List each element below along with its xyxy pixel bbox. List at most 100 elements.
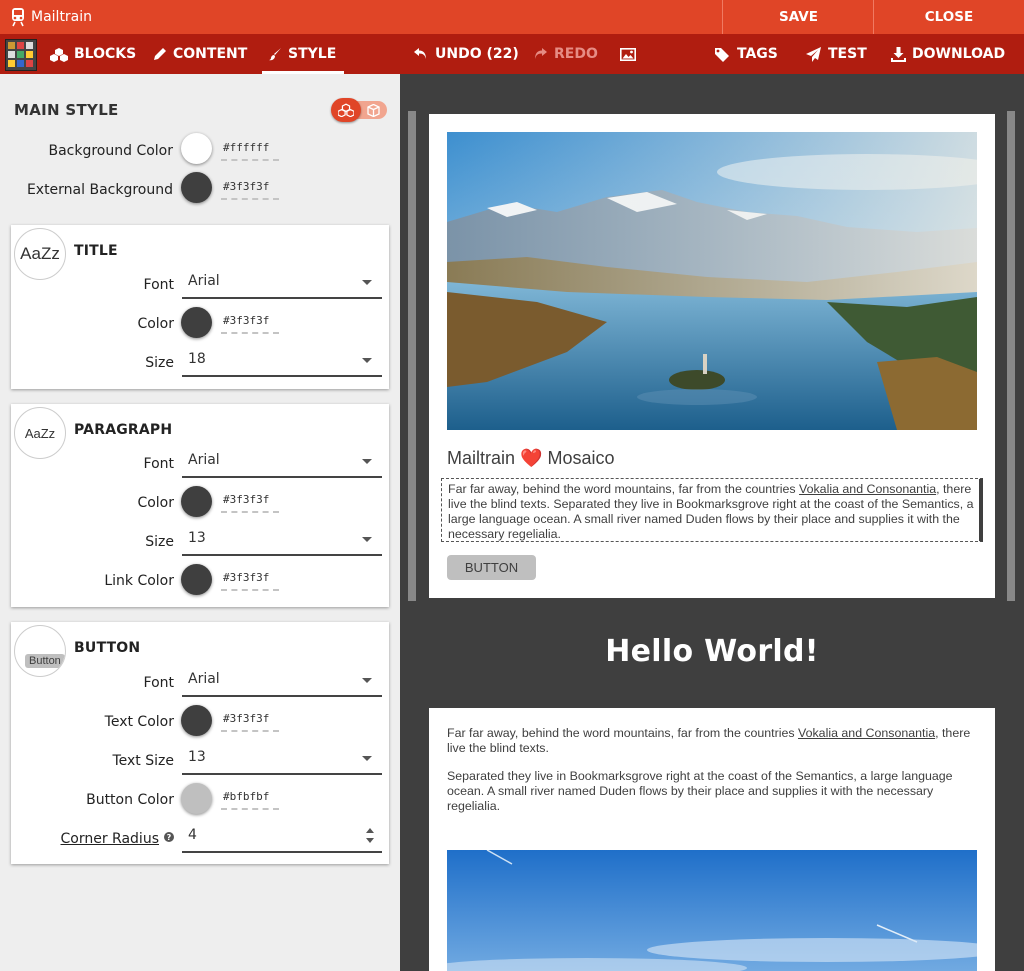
- chevron-down-icon: [362, 459, 372, 464]
- title-font-value: Arial: [188, 273, 220, 289]
- title-color-value[interactable]: #3f3f3f: [221, 314, 279, 334]
- button-color-value[interactable]: #bfbfbf: [221, 790, 279, 810]
- tags-label: TAGS: [737, 46, 778, 62]
- pencil-icon: [154, 48, 166, 60]
- paragraph-font-label: Font: [143, 456, 174, 472]
- download-icon: [891, 46, 906, 62]
- email-block-hero[interactable]: Mailtrain ❤️ Mosaico Far far away, behin…: [429, 114, 995, 598]
- title-font-preview: AaZz: [14, 228, 66, 280]
- email-paragraph-selected[interactable]: Far far away, behind the word mountains,…: [441, 478, 983, 542]
- email-hello-heading[interactable]: Hello World!: [400, 634, 1024, 669]
- email-title-left: Mailtrain: [447, 448, 516, 468]
- tags-button[interactable]: TAGS: [714, 34, 778, 74]
- redo-icon: [535, 48, 547, 59]
- external-background-label: External Background: [26, 182, 173, 198]
- style-panel: MAIN STYLE Background Color #ffffff Exte…: [0, 74, 400, 971]
- paragraph-color-value[interactable]: #3f3f3f: [221, 493, 279, 513]
- tab-blocks-label: BLOCKS: [74, 46, 137, 62]
- tab-blocks[interactable]: BLOCKS: [50, 34, 136, 74]
- paragraph-color-swatch[interactable]: [181, 486, 212, 517]
- button-heading: BUTTON: [74, 640, 141, 656]
- external-background-value[interactable]: #3f3f3f: [221, 180, 279, 200]
- title-size-select[interactable]: 18: [182, 343, 382, 377]
- email-text-paragraph-1[interactable]: Far far away, behind the word mountains,…: [447, 726, 977, 756]
- title-font-select[interactable]: Arial: [182, 265, 382, 299]
- main-style-heading: MAIN STYLE: [14, 101, 119, 119]
- button-text-color-label: Text Color: [104, 714, 174, 730]
- email-text-paragraph-2[interactable]: Separated they live in Bookmarksgrove ri…: [447, 769, 977, 814]
- test-button[interactable]: TEST: [806, 34, 867, 74]
- email-block-text[interactable]: Far far away, behind the word mountains,…: [429, 708, 995, 971]
- background-color-label: Background Color: [48, 143, 173, 159]
- editor-toolbar: BLOCKS CONTENT STYLE UNDO (22) REDO TAGS…: [0, 34, 1024, 74]
- paper-plane-icon: [806, 46, 821, 62]
- save-button[interactable]: SAVE: [722, 0, 874, 34]
- link-color-label: Link Color: [104, 573, 174, 589]
- undo-button[interactable]: UNDO (22): [413, 34, 519, 74]
- paragraph-color-label: Color: [137, 495, 174, 511]
- title-color-swatch[interactable]: [181, 307, 212, 338]
- title-size-label: Size: [145, 355, 174, 371]
- corner-radius-label[interactable]: Corner Radius: [61, 831, 160, 847]
- link-color-value[interactable]: #3f3f3f: [221, 571, 279, 591]
- button-style-card: Button BUTTON Font Arial Text Color #3f3…: [11, 622, 389, 864]
- p1-link[interactable]: Vokalia and Consonantia: [798, 726, 935, 740]
- link-color-swatch[interactable]: [181, 564, 212, 595]
- button-text-color-swatch[interactable]: [181, 705, 212, 736]
- stepper-up-icon[interactable]: [366, 828, 374, 833]
- tab-content[interactable]: CONTENT: [153, 34, 247, 74]
- title-heading: TITLE: [74, 243, 118, 259]
- secondary-image[interactable]: [447, 850, 977, 971]
- tab-content-label: CONTENT: [173, 46, 248, 62]
- top-bar: Mailtrain SAVE CLOSE: [0, 0, 1024, 34]
- paragraph-preview-text: AaZz: [24, 425, 56, 441]
- mosaico-logo[interactable]: [5, 39, 37, 71]
- paragraph-font-select[interactable]: Arial: [182, 444, 382, 478]
- email-canvas: Mailtrain ❤️ Mosaico Far far away, behin…: [400, 74, 1024, 971]
- heart-icon: ❤️: [520, 448, 543, 468]
- paragraph-size-value: 13: [188, 530, 206, 546]
- stepper-down-icon[interactable]: [366, 838, 374, 843]
- toggle-knob[interactable]: [331, 98, 361, 122]
- test-label: TEST: [828, 46, 867, 62]
- gallery-button[interactable]: [620, 34, 636, 74]
- redo-button[interactable]: REDO: [532, 34, 598, 74]
- paragraph-text-start: Far far away, behind the word mountains,…: [448, 482, 800, 496]
- download-button[interactable]: DOWNLOAD: [891, 34, 1005, 74]
- paragraph-size-label: Size: [145, 534, 174, 550]
- background-color-swatch[interactable]: [181, 133, 212, 164]
- app-title: Mailtrain: [31, 9, 93, 25]
- title-preview-text: AaZz: [20, 244, 60, 263]
- cubes-icon: [50, 47, 68, 62]
- chevron-down-icon: [362, 358, 372, 363]
- selection-rail-right: [1007, 111, 1015, 601]
- background-color-value[interactable]: #ffffff: [221, 141, 279, 161]
- chevron-down-icon: [362, 756, 372, 761]
- corner-radius-input[interactable]: 4: [182, 819, 382, 853]
- button-text-size-select[interactable]: 13: [182, 741, 382, 775]
- cubes-icon: [338, 103, 354, 117]
- button-text-color-value[interactable]: #3f3f3f: [221, 712, 279, 732]
- tab-style[interactable]: STYLE: [261, 34, 345, 74]
- help-icon[interactable]: ?: [164, 832, 174, 842]
- close-button[interactable]: CLOSE: [873, 0, 1024, 34]
- style-scope-toggle[interactable]: [331, 98, 387, 122]
- paragraph-link[interactable]: Vokalia and Consonantia: [799, 482, 936, 496]
- chevron-down-icon: [362, 537, 372, 542]
- button-color-label: Button Color: [86, 792, 174, 808]
- button-color-swatch[interactable]: [181, 783, 212, 814]
- button-text-size-value: 13: [188, 749, 206, 765]
- email-cta-button[interactable]: BUTTON: [447, 555, 536, 580]
- title-color-label: Color: [137, 316, 174, 332]
- paragraph-size-select[interactable]: 13: [182, 522, 382, 556]
- email-title[interactable]: Mailtrain ❤️ Mosaico: [447, 448, 615, 469]
- button-font-label: Font: [143, 675, 174, 691]
- undo-label: UNDO (22): [435, 46, 519, 62]
- title-font-label: Font: [143, 277, 174, 293]
- external-background-swatch[interactable]: [181, 172, 212, 203]
- redo-label: REDO: [554, 46, 598, 62]
- hero-image[interactable]: [447, 132, 977, 430]
- corner-radius-value: 4: [188, 827, 197, 843]
- button-font-select[interactable]: Arial: [182, 663, 382, 697]
- paragraph-font-preview: AaZz: [14, 407, 66, 459]
